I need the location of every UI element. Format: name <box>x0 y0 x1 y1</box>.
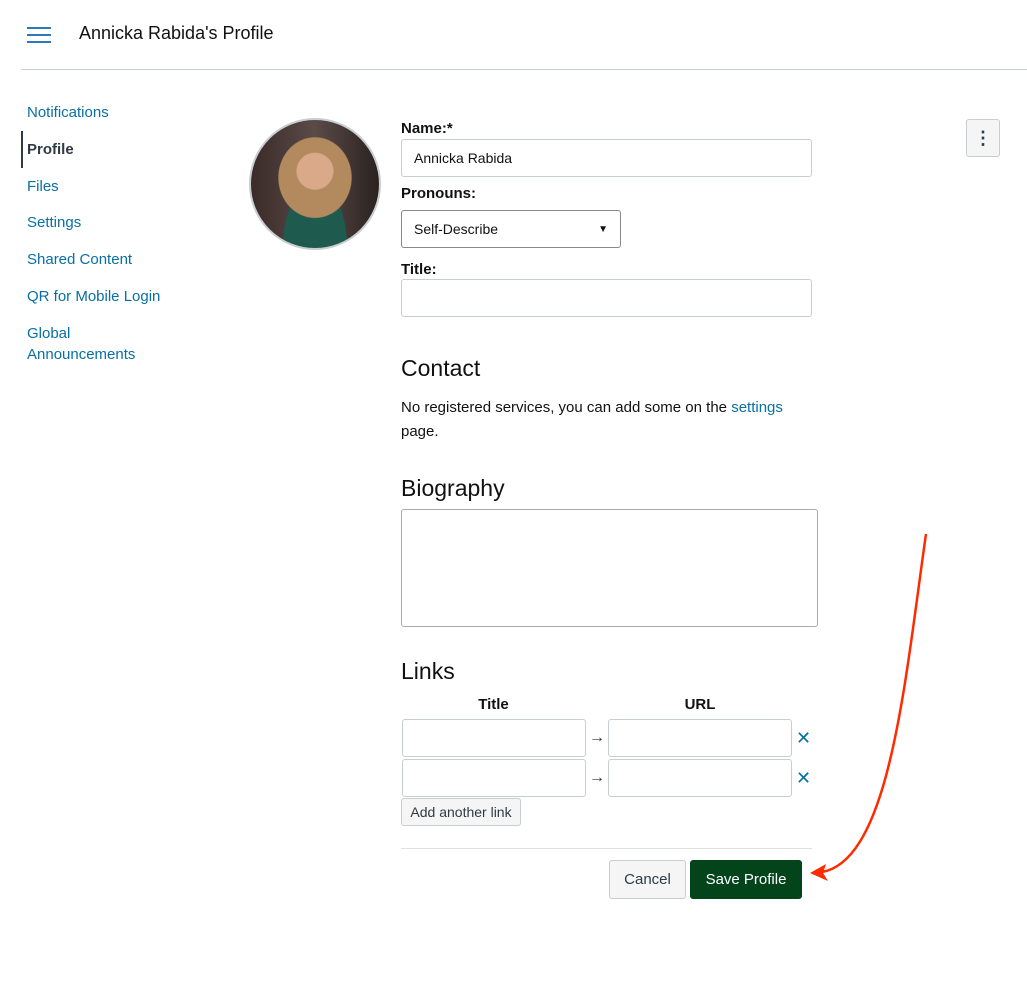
annotation-arrow <box>810 533 928 881</box>
